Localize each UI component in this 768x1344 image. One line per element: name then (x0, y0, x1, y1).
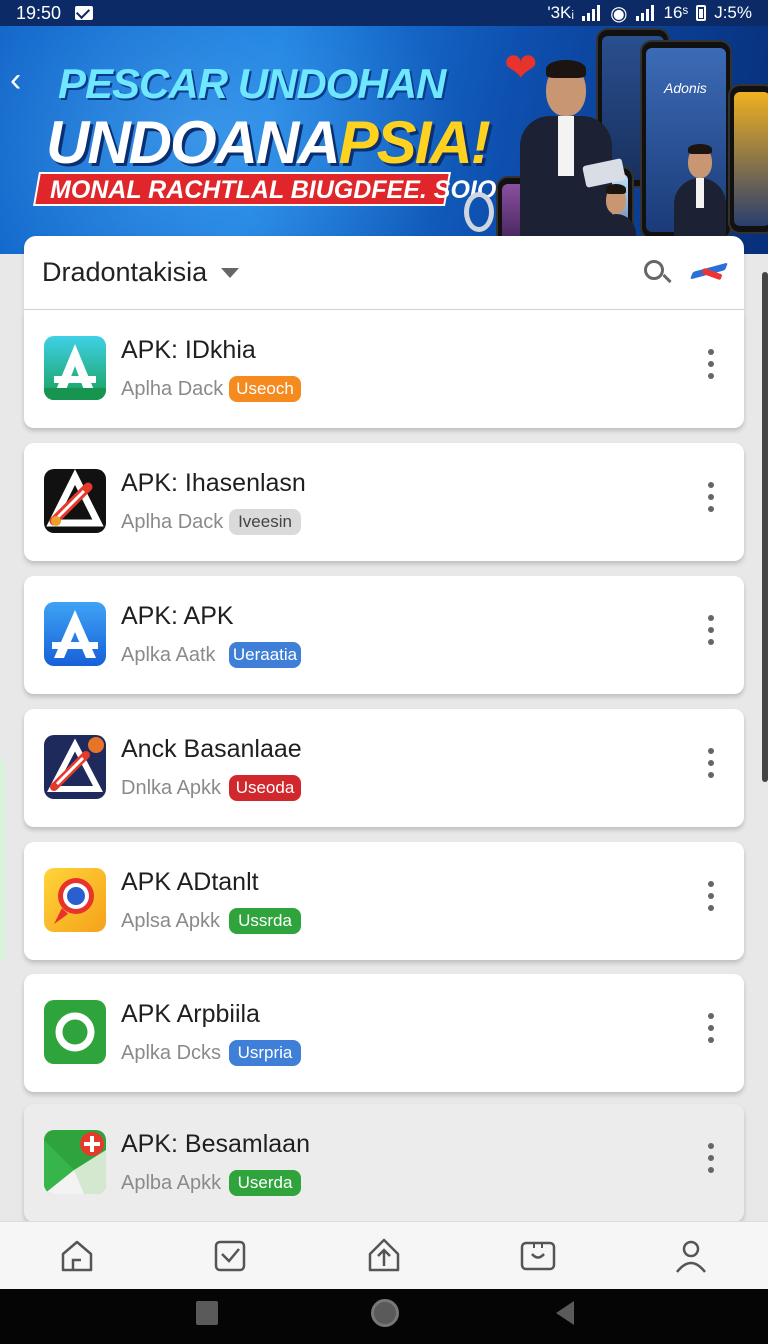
status-bar: 19:50 '3Kᵢ ◉ 16ˢ J:5% (0, 0, 768, 26)
app-subtitle: Aplha Dack (121, 511, 224, 533)
mail-notification-icon (75, 6, 94, 20)
rocket-navy-icon (44, 735, 106, 799)
app-title: Anck Basanlaae (121, 735, 302, 763)
promo-banner[interactable]: ‹ PESCAR UNDOHAN UNDOANAPSIA! MONAL RACH… (0, 26, 768, 254)
list-item[interactable]: APK: Ihasenlasn Aplha Dack Iveesin (24, 443, 744, 561)
list-item[interactable]: APK: Besamlaan Aplba Apkk Userda (24, 1104, 744, 1222)
status-network-text: '3Kᵢ (547, 3, 575, 22)
list-item[interactable]: APK ADtanlt Aplsa Apkk Ussrda (24, 842, 744, 960)
app-subtitle: Aplba Apkk (121, 1172, 222, 1194)
edge-glow (0, 760, 8, 960)
list-item[interactable]: APK: APK Aplka Aatk Ueraatia (24, 576, 744, 694)
signal-icon (582, 5, 602, 21)
scrollbar[interactable] (762, 272, 768, 782)
banner-title-line1: PESCAR UNDOHAN (58, 60, 446, 107)
app-subtitle: Aplka Aatk (121, 644, 216, 666)
app-title: APK Arpbiila (121, 1000, 260, 1028)
map-plus-icon (44, 1130, 106, 1194)
app-subtitle: Aplka Dcks (121, 1042, 222, 1064)
banner-subtitle: MONAL RACHTLAL BIUGDFEE. SOIO (50, 176, 497, 204)
search-icon[interactable] (642, 258, 672, 288)
status-badge: Userda (229, 1170, 301, 1196)
green-ring-icon (44, 1000, 106, 1064)
bottom-navigation (0, 1221, 768, 1289)
app-subtitle: Aplsa Apkk (121, 910, 220, 932)
app-title: APK ADtanlt (121, 868, 259, 896)
rocket-black-icon (44, 469, 106, 533)
banner-title-highlight: PSIA! (338, 109, 491, 176)
home-button[interactable] (371, 1299, 399, 1327)
location-pin-icon (44, 868, 106, 932)
banner-title-main: UNDOANA (46, 109, 341, 176)
list-header: Dradontakisia (24, 236, 744, 310)
upload-icon[interactable] (362, 1234, 406, 1278)
profile-icon[interactable] (669, 1234, 713, 1278)
a-triangle-green-icon (44, 336, 106, 400)
phone-screen-text: Adonis (664, 80, 707, 96)
status-badge: Useoch (229, 376, 301, 402)
app-title: APK: IDkhia (121, 336, 256, 364)
chevron-down-icon[interactable] (221, 267, 240, 278)
battery-icon (696, 5, 707, 21)
status-time: 19:50 (16, 2, 62, 23)
list-item[interactable]: APK Arpbiila Aplka Dcks Usrpria (24, 974, 744, 1092)
status-badge: Ussrda (229, 908, 301, 934)
list-item[interactable]: APK: IDkhia Aplha Dack Useoch (24, 310, 744, 428)
recents-button[interactable] (196, 1301, 218, 1325)
status-badge: Ueraatia (229, 642, 301, 668)
app-subtitle: Dnlka Apkk (121, 777, 222, 799)
send-plane-icon[interactable] (690, 258, 728, 288)
back-triangle-button[interactable] (556, 1301, 574, 1325)
phone-illustration (728, 84, 768, 234)
app-title: APK: APK (121, 602, 234, 630)
wifi-icon: ◉ (610, 2, 628, 25)
status-badge: Useoda (229, 775, 301, 801)
more-options-icon[interactable] (702, 880, 720, 914)
more-options-icon[interactable] (702, 481, 720, 515)
status-data-text: 16ˢ (663, 3, 689, 22)
more-options-icon[interactable] (702, 747, 720, 781)
more-options-icon[interactable] (702, 348, 720, 382)
category-dropdown-label[interactable]: Dradontakisia (42, 257, 207, 288)
signal-icon-2 (635, 5, 656, 21)
banner-title-line2: UNDOANAPSIA! (46, 108, 491, 177)
battery-percent: J:5% (714, 3, 752, 22)
ring-icon (464, 192, 494, 232)
more-options-icon[interactable] (702, 1012, 720, 1046)
app-title: APK: Besamlaan (121, 1130, 310, 1158)
checkbox-icon[interactable] (208, 1234, 252, 1278)
app-screen: 19:50 '3Kᵢ ◉ 16ˢ J:5% ‹ PESCAR UNDOHAN U… (0, 0, 768, 1344)
status-badge: Usrpria (229, 1040, 301, 1066)
list-item[interactable]: Anck Basanlaae Dnlka Apkk Useoda (24, 709, 744, 827)
app-title: APK: Ihasenlasn (121, 469, 306, 497)
more-options-icon[interactable] (702, 614, 720, 648)
app-subtitle: Aplha Dack (121, 378, 224, 400)
system-navigation-bar (0, 1289, 768, 1344)
back-button[interactable]: ‹ (10, 62, 40, 98)
a-triangle-blue-icon (44, 602, 106, 666)
home-icon[interactable] (55, 1234, 99, 1278)
inbox-icon[interactable] (516, 1234, 560, 1278)
status-badge: Iveesin (229, 509, 301, 535)
more-options-icon[interactable] (702, 1142, 720, 1176)
